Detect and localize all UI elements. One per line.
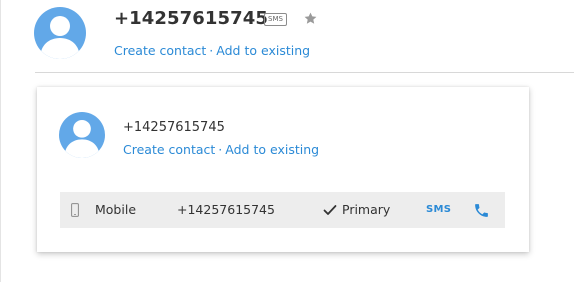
add-to-existing-link[interactable]: Add to existing	[216, 43, 310, 58]
contact-header: +14257615745 SMS Create contact · Add to e…	[1, 0, 574, 72]
sms-button[interactable]: SMS	[426, 204, 451, 215]
actions-separator: ·	[209, 43, 214, 58]
avatar-icon	[59, 112, 105, 158]
contact-phone-number: +14257615745	[114, 8, 269, 29]
create-contact-link[interactable]: Create contact	[114, 43, 206, 58]
card-create-contact-link[interactable]: Create contact	[123, 142, 215, 157]
phone-call-icon[interactable]	[473, 202, 490, 219]
contact-actions: Create contact · Add to existing	[114, 43, 310, 58]
avatar-icon	[34, 7, 86, 59]
person-silhouette-icon	[64, 119, 100, 158]
phone-type-label: Mobile	[95, 202, 137, 217]
checkmark-icon	[323, 205, 337, 215]
person-silhouette-icon	[40, 16, 80, 59]
phone-number-row: Mobile +14257615745 Primary SMS	[60, 192, 505, 228]
primary-label: Primary	[342, 202, 391, 217]
header-divider	[35, 72, 574, 73]
sms-badge: SMS	[264, 13, 287, 26]
card-actions-separator: ·	[218, 142, 223, 157]
star-icon[interactable]	[303, 11, 318, 26]
contact-panel: +14257615745 SMS Create contact · Add to e…	[0, 0, 574, 282]
row-phone-number: +14257615745	[177, 202, 275, 217]
card-add-to-existing-link[interactable]: Add to existing	[225, 142, 319, 157]
mobile-phone-icon	[71, 203, 79, 217]
contact-card: +14257615745 Create contact · Add to exist…	[37, 87, 529, 252]
card-contact-actions: Create contact · Add to existing	[123, 142, 319, 157]
card-phone-number: +14257615745	[123, 120, 225, 135]
